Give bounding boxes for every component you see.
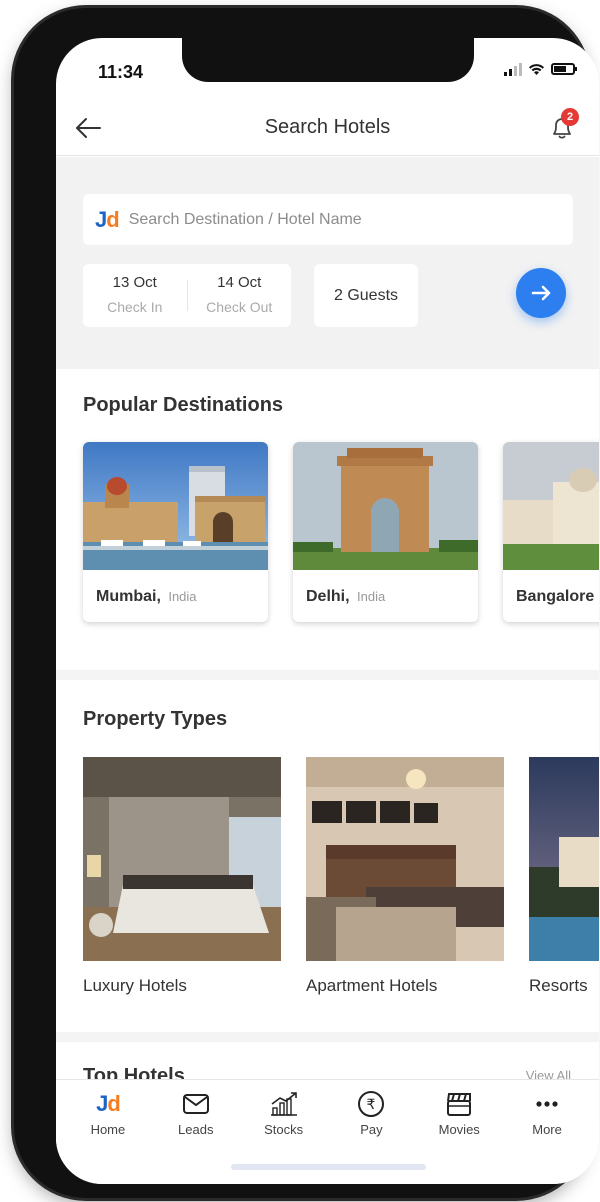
date-selector[interactable]: 13 Oct Check In 14 Oct Check Out xyxy=(83,264,291,327)
check-in-field[interactable]: 13 Oct Check In xyxy=(83,264,187,327)
luxury-hotels-image xyxy=(83,757,281,961)
signal-icon xyxy=(504,62,522,76)
jd-logo-j: J xyxy=(95,206,107,232)
delhi-image xyxy=(293,442,478,570)
notch xyxy=(182,38,474,82)
wifi-icon xyxy=(529,64,544,75)
guests-selector[interactable]: 2 Guests xyxy=(314,264,418,327)
svg-text:₹: ₹ xyxy=(367,1097,376,1113)
destination-city: Delhi, xyxy=(306,588,350,605)
tab-movies[interactable]: Movies xyxy=(415,1080,503,1184)
destination-card-delhi[interactable]: Delhi, India xyxy=(293,442,478,622)
property-card-apartment-hotels[interactable]: Apartment Hotels xyxy=(306,757,504,996)
check-in-date: 13 Oct xyxy=(112,274,157,291)
status-icons xyxy=(504,62,577,76)
tab-label: Leads xyxy=(178,1122,214,1137)
search-go-button[interactable] xyxy=(516,268,566,318)
rupee-icon: ₹ xyxy=(327,1090,415,1118)
destination-city: Bangalore xyxy=(516,588,595,605)
jd-logo: Jd xyxy=(95,206,120,233)
popular-destinations-title: Popular Destinations xyxy=(83,394,284,416)
search-input[interactable]: Jd Search Destination / Hotel Name xyxy=(83,194,573,245)
notification-button[interactable]: 2 xyxy=(549,108,579,142)
tab-home[interactable]: Jd Home xyxy=(64,1080,152,1184)
property-card-luxury-hotels[interactable]: Luxury Hotels xyxy=(83,757,281,996)
home-indicator xyxy=(231,1164,426,1170)
arrow-right-icon xyxy=(531,285,551,301)
destination-label-bangalore: Bangalore xyxy=(503,570,599,606)
bangalore-image xyxy=(503,442,599,570)
page-title: Search Hotels xyxy=(264,116,391,138)
check-out-date: 14 Oct xyxy=(217,274,262,291)
tab-label: Pay xyxy=(360,1122,383,1137)
destination-label-delhi: Delhi, India xyxy=(293,570,478,606)
more-dots-icon xyxy=(503,1090,591,1118)
destination-card-mumbai[interactable]: Mumbai, India xyxy=(83,442,268,622)
notification-badge: 2 xyxy=(561,108,579,126)
tab-label: Home xyxy=(90,1122,126,1137)
tab-more[interactable]: More xyxy=(503,1080,591,1184)
app-screen: 11:34 Search Hotels 2 Jd Search Destinat… xyxy=(56,38,599,1184)
status-time: 11:34 xyxy=(98,62,144,82)
tab-label: More xyxy=(532,1122,562,1137)
search-placeholder: Search Destination / Hotel Name xyxy=(128,210,362,228)
destination-country: India xyxy=(357,589,386,604)
mumbai-image xyxy=(83,442,268,570)
battery-icon xyxy=(551,63,577,75)
property-card-resorts[interactable]: Resorts xyxy=(529,757,599,996)
tab-label: Movies xyxy=(438,1122,480,1137)
check-out-field[interactable]: 14 Oct Check Out xyxy=(188,264,292,327)
chart-icon xyxy=(240,1090,328,1118)
jd-logo-d: d xyxy=(106,206,119,232)
envelope-icon xyxy=(152,1090,240,1118)
check-in-label: Check In xyxy=(107,299,163,315)
property-label: Luxury Hotels xyxy=(83,976,187,995)
app-header: Search Hotels 2 xyxy=(56,104,599,156)
destination-card-bangalore[interactable]: Bangalore xyxy=(503,442,599,622)
resorts-image xyxy=(529,757,599,961)
section-divider xyxy=(56,1032,599,1042)
jd-logo-icon: Jd xyxy=(96,1091,121,1116)
destination-city: Mumbai, xyxy=(96,588,161,605)
search-panel: Jd Search Destination / Hotel Name 13 Oc… xyxy=(56,157,599,369)
tab-label: Stocks xyxy=(264,1122,304,1137)
phone-frame: 11:34 Search Hotels 2 Jd Search Destinat… xyxy=(14,8,599,1198)
destination-country: India xyxy=(168,589,197,604)
destination-label-mumbai: Mumbai, India xyxy=(83,570,268,606)
property-label: Apartment Hotels xyxy=(306,976,438,995)
property-label: Resorts xyxy=(529,976,588,995)
clapperboard-icon xyxy=(415,1090,503,1118)
tab-leads[interactable]: Leads xyxy=(152,1080,240,1184)
property-types-title: Property Types xyxy=(83,708,228,730)
apartment-hotels-image xyxy=(306,757,504,961)
check-out-label: Check Out xyxy=(206,299,273,315)
section-divider xyxy=(56,670,599,680)
